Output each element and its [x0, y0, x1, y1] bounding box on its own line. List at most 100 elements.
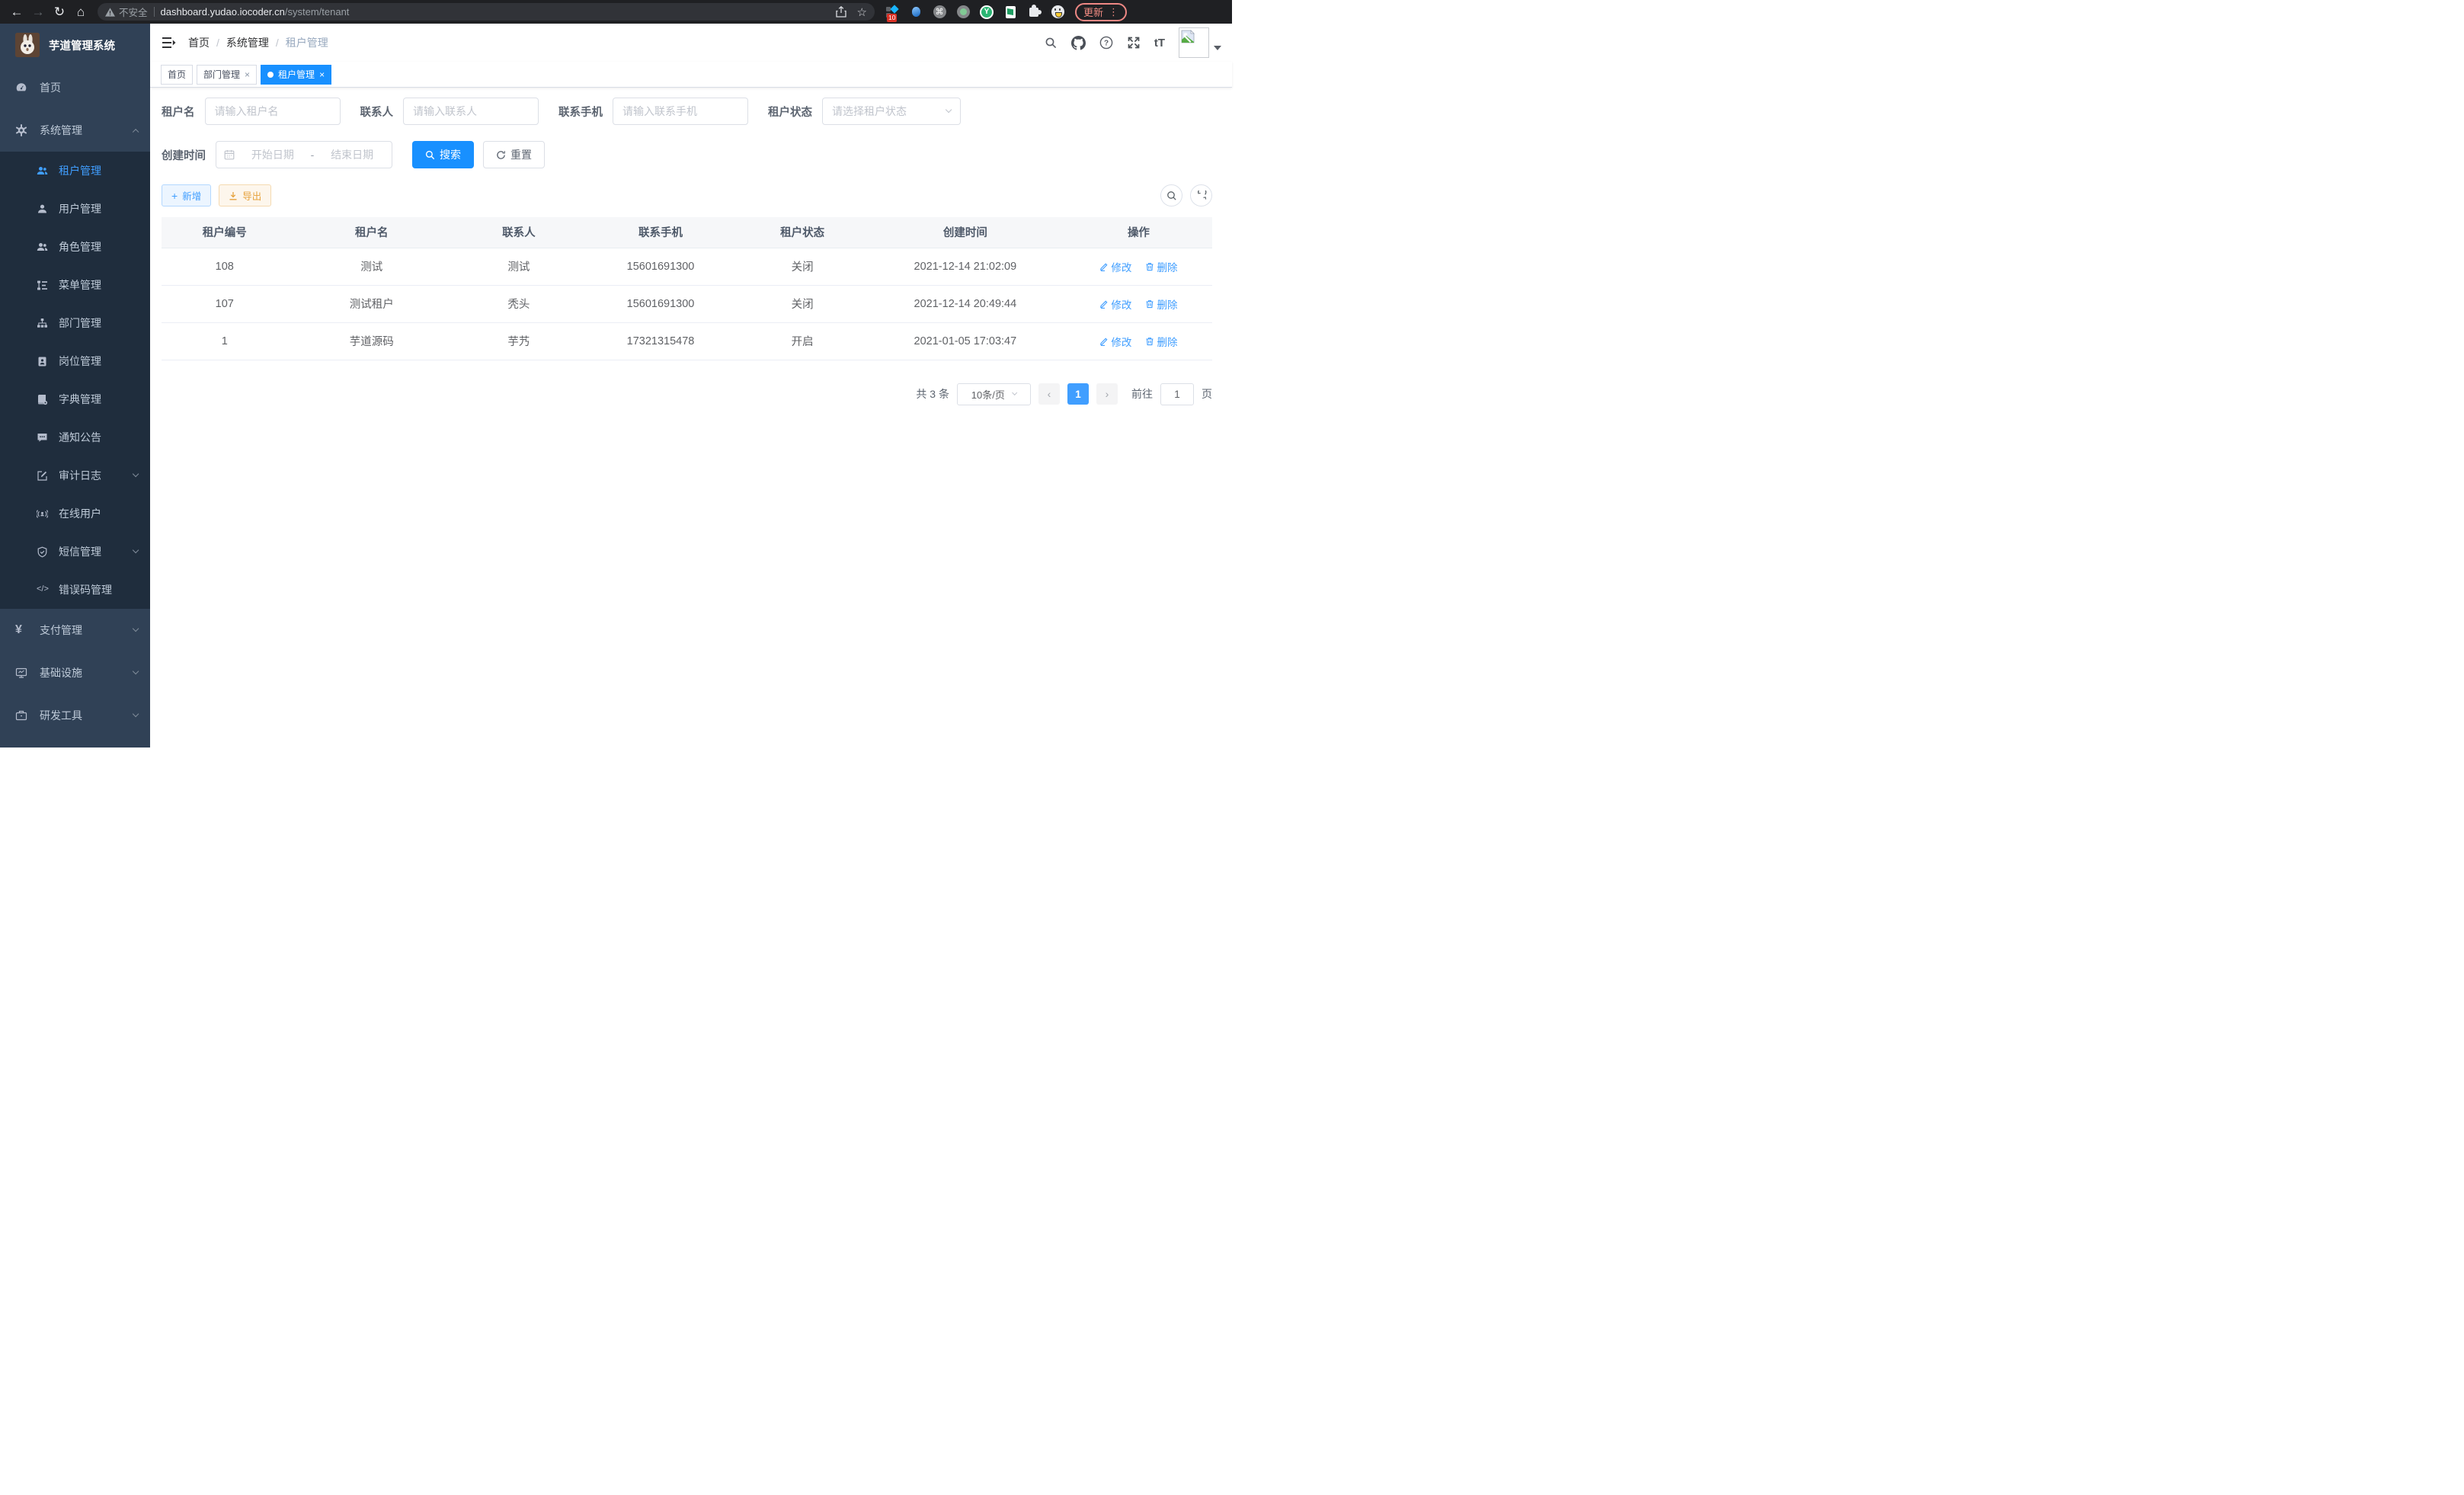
edit-pencil-icon	[1099, 262, 1109, 271]
not-secure-warning-icon	[105, 8, 115, 17]
prev-page-button[interactable]: ‹	[1038, 383, 1060, 405]
sidebar-item-pay[interactable]: ¥ 支付管理	[0, 609, 150, 651]
sidebar-item-role[interactable]: 角色管理	[0, 228, 150, 266]
sidebar-item-user[interactable]: 用户管理	[0, 190, 150, 228]
dashboard-gauge-icon	[15, 82, 27, 94]
export-button[interactable]: 导出	[219, 184, 271, 206]
tenant-name-input[interactable]	[205, 98, 341, 125]
delete-link[interactable]: 删除	[1145, 334, 1177, 349]
current-page-button[interactable]: 1	[1067, 383, 1089, 405]
date-range-picker[interactable]: 开始日期 - 结束日期	[216, 141, 392, 168]
browser-reload-icon[interactable]: ↻	[49, 0, 70, 24]
chat-bubble-icon	[37, 432, 48, 443]
balloon-extension-icon[interactable]	[909, 5, 923, 19]
extensions-puzzle-icon[interactable]	[1027, 5, 1041, 19]
chevron-down-icon	[133, 668, 139, 675]
status-text: 关闭	[739, 248, 865, 285]
next-page-button[interactable]: ›	[1096, 383, 1118, 405]
tree-list-icon	[37, 280, 48, 291]
command-extension-icon[interactable]: ⌘	[933, 5, 946, 19]
page-size-select[interactable]: 10条/页	[957, 383, 1031, 405]
sidebar-item-tenant[interactable]: 租户管理	[0, 152, 150, 190]
yudao-extension-icon[interactable]: Y	[980, 5, 994, 19]
monitor-icon	[15, 667, 27, 679]
table-row: 108 测试 测试 15601691300 关闭 2021-12-14 21:0…	[162, 248, 1212, 285]
sidebar-item-menu[interactable]: 菜单管理	[0, 266, 150, 304]
sidebar-item-label: 支付管理	[40, 623, 82, 638]
sidebar-collapse-icon[interactable]	[150, 24, 188, 62]
breadcrumb-current: 租户管理	[286, 35, 328, 50]
font-size-icon[interactable]: tT	[1154, 37, 1165, 50]
sidebar-item-infra[interactable]: 基础设施	[0, 651, 150, 694]
show-search-toggle-button[interactable]	[1160, 184, 1182, 206]
chevron-down-icon	[133, 547, 139, 554]
mobile-input[interactable]	[613, 98, 748, 125]
bookmark-star-icon[interactable]: ☆	[857, 5, 867, 19]
delete-link[interactable]: 删除	[1145, 259, 1177, 274]
edit-link[interactable]: 修改	[1099, 334, 1131, 349]
browser-back-icon[interactable]: ←	[6, 0, 27, 24]
breadcrumb-home[interactable]: 首页	[188, 35, 210, 50]
sidebar-item-system[interactable]: 系统管理	[0, 109, 150, 152]
chrome-update-button[interactable]: 更新 ⋮	[1075, 3, 1127, 21]
sidebar-item-audit-log[interactable]: 审计日志	[0, 456, 150, 495]
browser-forward-icon[interactable]: →	[27, 0, 49, 24]
sidebar-item-notice[interactable]: 通知公告	[0, 418, 150, 456]
sidebar-item-error-code[interactable]: </> 错误码管理	[0, 571, 150, 609]
green-doc-extension-icon[interactable]	[1003, 5, 1017, 19]
chevron-down-icon	[133, 626, 139, 632]
close-icon[interactable]: ×	[245, 69, 250, 80]
tab-home[interactable]: 首页	[161, 65, 193, 85]
reset-button[interactable]: 重置	[483, 141, 545, 168]
extension-badge: 10	[887, 14, 897, 22]
sidebar-item-online-user[interactable]: 在线用户	[0, 495, 150, 533]
trash-icon	[1145, 337, 1154, 346]
close-icon[interactable]: ×	[319, 69, 325, 80]
delete-link[interactable]: 删除	[1145, 296, 1177, 312]
date-start-placeholder: 开始日期	[241, 147, 305, 162]
github-icon[interactable]	[1071, 36, 1086, 50]
browser-toolbar: ← → ↻ ⌂ 不安全 dashboard.yudao.iocoder.cn /…	[0, 0, 1232, 24]
avatar-caret-icon	[1214, 46, 1221, 50]
search-button[interactable]: 搜索	[412, 141, 474, 168]
fullscreen-icon[interactable]	[1127, 36, 1141, 50]
avatar[interactable]	[1179, 27, 1221, 58]
sidebar-item-label: 字典管理	[59, 392, 101, 407]
sidebar-item-label: 角色管理	[59, 239, 101, 255]
users-icon	[37, 165, 48, 177]
sidebar-item-dev-tools[interactable]: 研发工具	[0, 694, 150, 737]
edit-pencil-icon	[1099, 337, 1109, 346]
share-icon[interactable]	[836, 6, 846, 18]
browser-menu-kebab-icon[interactable]: ⋮	[1109, 6, 1118, 18]
refresh-table-button[interactable]	[1190, 184, 1212, 206]
recorder-extension-icon[interactable]	[956, 5, 970, 19]
col-mobile: 联系手机	[582, 217, 740, 248]
top-navbar: 首页 / 系统管理 / 租户管理 ? tT	[150, 24, 1232, 62]
help-question-icon[interactable]: ?	[1099, 36, 1113, 50]
address-bar[interactable]: 不安全 dashboard.yudao.iocoder.cn /system/t…	[98, 3, 875, 21]
sidebar-item-label: 租户管理	[59, 163, 101, 178]
table-row: 1 芋道源码 芋艿 17321315478 开启 2021-01-05 17:0…	[162, 322, 1212, 360]
sidebar-item-dept[interactable]: 部门管理	[0, 304, 150, 342]
status-select[interactable]: 请选择租户状态	[822, 98, 961, 125]
edit-link[interactable]: 修改	[1099, 259, 1131, 274]
sidebar-item-post[interactable]: 岗位管理	[0, 342, 150, 380]
tab-tenant[interactable]: 租户管理 ×	[261, 65, 331, 85]
tab-dept[interactable]: 部门管理 ×	[197, 65, 257, 85]
trash-icon	[1145, 262, 1154, 271]
app-logo-row[interactable]: 芋道管理系统	[0, 24, 150, 66]
briefcase-icon	[15, 709, 27, 722]
add-button[interactable]: + 新增	[162, 184, 211, 206]
goto-page-input[interactable]	[1160, 383, 1194, 405]
sidebar-item-sms[interactable]: 短信管理	[0, 533, 150, 571]
col-contact: 联系人	[456, 217, 581, 248]
browser-home-icon[interactable]: ⌂	[70, 0, 91, 24]
contact-input[interactable]	[403, 98, 539, 125]
header-search-icon[interactable]	[1045, 37, 1058, 50]
sidebar-item-home[interactable]: 首页	[0, 66, 150, 109]
edit-link[interactable]: 修改	[1099, 296, 1131, 312]
tabs-outliner-extension-icon[interactable]: 10	[885, 5, 899, 19]
sidebar-item-dict[interactable]: 字典管理	[0, 380, 150, 418]
emoji-profile-icon[interactable]	[1051, 5, 1064, 19]
breadcrumb-system[interactable]: 系统管理	[226, 35, 269, 50]
